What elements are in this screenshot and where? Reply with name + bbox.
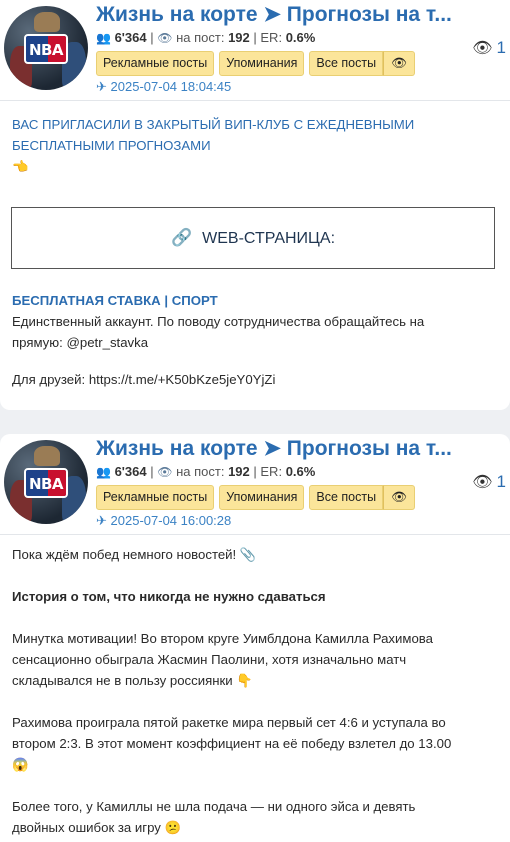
users-icon: 👥 (96, 31, 111, 45)
friends-link[interactable]: Для друзей: https://t.me/+K50bKze5jeY0Yj… (12, 369, 498, 390)
eye-icon: 👁 (157, 465, 173, 479)
eye-icon: 👁 (472, 474, 493, 491)
hand-emoji: 👈 (12, 159, 29, 174)
post-text: БЕСПЛАТНАЯ СТАВКА | СПОРТ Единственный а… (12, 290, 498, 390)
channel-avatar[interactable]: NBA (4, 440, 88, 524)
post-card: NBA Жизнь на корте ➤ Прогнозы на т... 👥 … (0, 0, 510, 410)
all-posts-group: Все посты 👁 (309, 485, 416, 510)
eye-icon[interactable]: 👁 (383, 485, 416, 510)
subheading: БЕСПЛАТНАЯ СТАВКА | СПОРТ (12, 293, 218, 308)
channel-avatar[interactable]: NBA (4, 6, 88, 90)
views-per-post-label: на пост: (176, 30, 225, 45)
views-per-post-value: 192 (228, 464, 250, 479)
paragraph-line: Единственный аккаунт. По поводу сотрудни… (12, 314, 425, 329)
post-card: NBA Жизнь на корте ➤ Прогнозы на т... 👥 … (0, 434, 510, 842)
subscribers-count: 6'364 (114, 30, 147, 45)
all-posts-group: Все посты 👁 (309, 51, 416, 76)
channel-title[interactable]: Жизнь на корте ➤ Прогнозы на т... (96, 2, 456, 27)
ads-posts-button[interactable]: Рекламные посты (96, 485, 215, 510)
users-icon: 👥 (96, 465, 111, 479)
post-actions: Рекламные посты Упоминания Все посты 👁 (96, 51, 416, 76)
eye-icon: 👁 (157, 31, 173, 45)
post-date[interactable]: ✈ 2025-07-04 16:00:28 (96, 513, 231, 529)
er-value: 0.6% (285, 464, 316, 479)
ads-posts-button[interactable]: Рекламные посты (96, 51, 215, 76)
nba-logo-icon: NBA (24, 34, 68, 64)
views-per-post-value: 192 (228, 30, 250, 45)
paragraph-line: двойных ошибок за игру 😕 (12, 820, 181, 835)
eye-icon[interactable]: 👁 (383, 51, 416, 76)
post-views: 👁 1 (472, 472, 506, 491)
er-value: 0.6% (285, 30, 316, 45)
mentions-button[interactable]: Упоминания (219, 485, 305, 510)
paragraph-line: 😱 (12, 757, 29, 772)
post-views: 👁 1 (472, 38, 506, 57)
paragraph-line: складывался не в пользу россиянки 👇 (12, 673, 253, 688)
web-page-button[interactable]: 🔗 WEB-СТРАНИЦА: (11, 207, 495, 269)
all-posts-button[interactable]: Все посты (309, 485, 384, 510)
divider (0, 100, 510, 101)
er-label: ER: (260, 464, 283, 479)
nba-logo-icon: NBA (24, 468, 68, 498)
channel-stats: 👥 6'364 | 👁 на пост: 192 | ER: 0.6% (96, 30, 316, 45)
channel-stats: 👥 6'364 | 👁 на пост: 192 | ER: 0.6% (96, 464, 316, 479)
post-date[interactable]: ✈ 2025-07-04 18:04:45 (96, 79, 231, 95)
invite-line: БЕСПЛАТНЫМИ ПРОГНОЗАМИ (12, 138, 211, 153)
paragraph-line: втором 2:3. В этот момент коэффициент на… (12, 736, 452, 751)
paragraph-line: Пока ждём побед немного новостей! 📎 (12, 547, 257, 562)
paragraph-line: Более того, у Камиллы не шла подача — ни… (12, 799, 416, 814)
all-posts-button[interactable]: Все посты (309, 51, 384, 76)
views-per-post-label: на пост: (176, 464, 225, 479)
divider (0, 534, 510, 535)
mentions-button[interactable]: Упоминания (219, 51, 305, 76)
post-header: NBA Жизнь на корте ➤ Прогнозы на т... 👥 … (0, 434, 510, 534)
paragraph-line[interactable]: прямую: @petr_stavka (12, 332, 498, 353)
bold-heading: История о том, что никогда не нужно сдав… (12, 589, 326, 604)
channel-title[interactable]: Жизнь на корте ➤ Прогнозы на т... (96, 436, 456, 461)
subscribers-count: 6'364 (114, 464, 147, 479)
chain-link-icon: 🔗 (170, 228, 193, 247)
er-label: ER: (260, 30, 283, 45)
paragraph-line: сенсационно обыграла Жасмин Паолини, хот… (12, 652, 407, 667)
eye-icon: 👁 (472, 40, 493, 57)
send-icon: ✈ (96, 513, 107, 528)
post-text: Пока ждём побед немного новостей! 📎 Исто… (12, 544, 498, 838)
send-icon: ✈ (96, 79, 107, 94)
paragraph-line: Рахимова проиграла пятой ракетке мира пе… (12, 715, 446, 730)
post-actions: Рекламные посты Упоминания Все посты 👁 (96, 485, 416, 510)
paragraph-line: Минутка мотивации! Во втором круге Уимбл… (12, 631, 433, 646)
post-text: ВАС ПРИГЛАСИЛИ В ЗАКРЫТЫЙ ВИП-КЛУБ С ЕЖЕ… (12, 114, 498, 177)
invite-line: ВАС ПРИГЛАСИЛИ В ЗАКРЫТЫЙ ВИП-КЛУБ С ЕЖЕ… (12, 117, 415, 132)
post-header: NBA Жизнь на корте ➤ Прогнозы на т... 👥 … (0, 0, 510, 100)
